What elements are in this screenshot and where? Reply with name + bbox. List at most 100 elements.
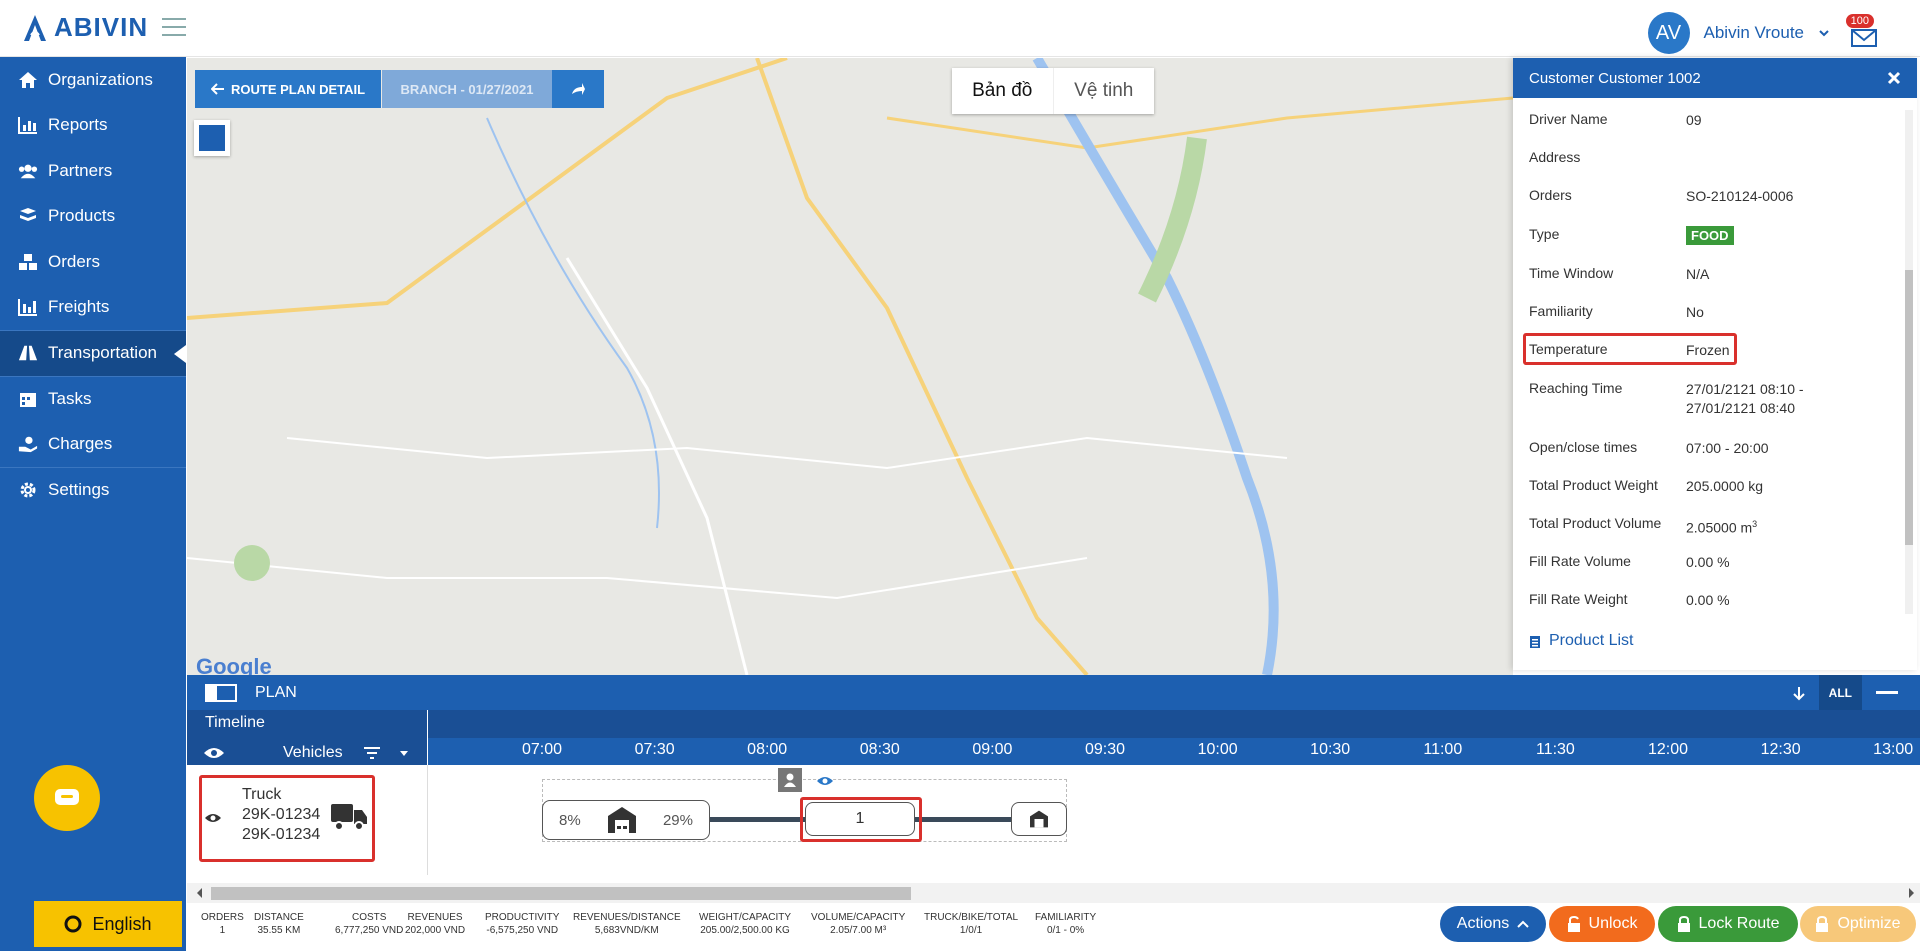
panel-scroll-thumb[interactable] xyxy=(1905,270,1913,545)
eye-icon[interactable] xyxy=(203,746,225,760)
route-plan-detail-label: ROUTE PLAN DETAIL xyxy=(231,81,366,97)
map-layer-button[interactable] xyxy=(194,120,230,156)
menu-toggle-icon[interactable] xyxy=(162,18,186,38)
scroll-right-icon[interactable] xyxy=(1906,887,1916,899)
vehicle-row[interactable]: Truck 29K-01234 29K-01234 xyxy=(187,765,428,875)
sidebar-item-orders[interactable]: Orders xyxy=(0,239,186,285)
stop-highlight xyxy=(800,797,922,842)
scroll-thumb[interactable] xyxy=(211,887,911,900)
lock-icon xyxy=(1677,916,1690,932)
time-label: 09:00 xyxy=(972,741,1013,758)
map-roads xyxy=(187,58,1513,675)
label: Fill Rate Weight xyxy=(1529,591,1628,607)
customer-detail-panel: Customer Customer 1002 Driver Name 09 Add… xyxy=(1513,58,1917,670)
eye-icon[interactable] xyxy=(204,812,222,824)
all-button[interactable]: ALL xyxy=(1818,675,1862,710)
actions-button[interactable]: Actions xyxy=(1440,906,1546,942)
panel-header: Customer Customer 1002 xyxy=(1513,58,1917,98)
label: Fill Rate Volume xyxy=(1529,553,1631,569)
avatar[interactable]: AV xyxy=(1647,12,1690,54)
time-label: 08:00 xyxy=(747,741,788,758)
minus-icon xyxy=(1876,691,1898,694)
sidebar-item-tasks[interactable]: Tasks xyxy=(0,375,186,422)
freight-chart-icon xyxy=(18,297,38,317)
minimize-button[interactable] xyxy=(1862,675,1912,710)
chevron-up-icon xyxy=(1517,920,1529,928)
map-view[interactable] xyxy=(187,58,1513,675)
time-label: 10:30 xyxy=(1310,741,1351,758)
stat-value: 2.05/7.00 M³ xyxy=(830,925,887,936)
product-list-link[interactable]: Product List xyxy=(1529,632,1633,650)
sidebar-item-reports[interactable]: Reports xyxy=(0,103,186,149)
chat-icon xyxy=(55,789,79,805)
panel-scrollbar[interactable] xyxy=(1905,110,1913,614)
mail-icon xyxy=(1851,29,1877,47)
notifications-button[interactable]: 100 xyxy=(1844,14,1880,48)
start-depot-node[interactable]: 8% 29% xyxy=(542,800,710,840)
branch-button[interactable]: BRANCH - 01/27/2021 xyxy=(382,70,552,108)
stat-costs: COSTS 6,777,250 VND xyxy=(335,911,403,937)
time-label: 07:00 xyxy=(521,741,563,758)
route-eye-icon[interactable] xyxy=(816,775,834,787)
value: 07:00 - 20:00 xyxy=(1686,440,1769,456)
filter-icon[interactable] xyxy=(363,746,381,760)
label: Total Product Weight xyxy=(1529,477,1658,493)
plan-bar: PLAN ALL xyxy=(187,675,1920,710)
time-label: 11:00 xyxy=(1423,741,1463,758)
label: Address xyxy=(1529,149,1581,165)
cubes-icon xyxy=(18,252,38,272)
lock-route-label: Lock Route xyxy=(1698,915,1780,932)
stat-truck-bike-total: TRUCK/BIKE/TOTAL 1/0/1 xyxy=(924,911,1018,937)
stat-label: VOLUME/CAPACITY xyxy=(811,912,906,923)
sidebar-item-freights[interactable]: Freights xyxy=(0,285,186,331)
time-label: 12:30 xyxy=(1760,741,1801,758)
stat-label: REVENUES/DISTANCE xyxy=(573,912,681,923)
time-label: 09:30 xyxy=(1084,741,1126,758)
end-depot-node[interactable] xyxy=(1011,802,1067,836)
unlock-button[interactable]: Unlock xyxy=(1549,906,1655,942)
warehouse-icon xyxy=(607,807,636,833)
vehicles-header: Vehicles xyxy=(187,740,427,765)
notification-badge: 100 xyxy=(1845,14,1874,28)
optimize-button[interactable]: Optimize xyxy=(1800,906,1916,942)
lock-route-button[interactable]: Lock Route xyxy=(1658,906,1798,942)
user-name[interactable]: Abivin Vroute xyxy=(1704,23,1804,43)
sidebar-item-products[interactable]: Products xyxy=(0,194,186,240)
route-plan-detail-button[interactable]: ROUTE PLAN DETAIL xyxy=(195,70,382,108)
share-button[interactable] xyxy=(552,70,604,108)
app-logo[interactable]: ABIVIN xyxy=(22,12,148,43)
chevron-down-icon[interactable] xyxy=(1818,28,1830,38)
label: Time Window xyxy=(1529,265,1614,281)
close-icon[interactable] xyxy=(1887,71,1901,85)
caret-down-icon[interactable] xyxy=(399,749,409,757)
scroll-left-icon[interactable] xyxy=(195,887,205,899)
sidebar-item-transportation[interactable]: Transportation xyxy=(0,330,186,376)
stat-label: ORDERS xyxy=(201,912,244,923)
top-bar: ABIVIN AV Abivin Vroute 100 xyxy=(0,0,1920,57)
sidebar-item-settings[interactable]: Settings xyxy=(0,466,186,513)
stat-value: 0/1 - 0% xyxy=(1046,925,1085,936)
map-tab[interactable]: Bản đồ xyxy=(952,68,1053,114)
plan-controls: ALL xyxy=(1791,675,1912,710)
stat-value: 35.55 KM xyxy=(257,925,301,936)
timeline-strip xyxy=(428,710,1920,738)
time-label: 07:30 xyxy=(634,741,675,758)
timeline-scrollbar[interactable] xyxy=(187,883,1920,903)
sidebar-item-charges[interactable]: Charges xyxy=(0,421,186,467)
stat-value: 5,683VND/KM xyxy=(594,925,659,936)
arrow-down-icon[interactable] xyxy=(1791,685,1807,701)
chat-button[interactable] xyxy=(34,765,100,831)
label: Open/close times xyxy=(1529,439,1638,455)
timeline-time-header: 07:00 07:30 08:00 08:30 09:00 09:30 10:00 10:30… xyxy=(428,710,1920,765)
panel-toggle-icon[interactable] xyxy=(205,683,237,702)
sidebar-item-organizations[interactable]: Organizations xyxy=(0,57,186,103)
sidebar-item-partners[interactable]: Partners xyxy=(0,148,186,194)
gear-icon xyxy=(18,480,38,500)
satellite-tab[interactable]: Vệ tinh xyxy=(1052,68,1155,114)
value: 0.00 % xyxy=(1686,554,1730,570)
stat-label: REVENUES xyxy=(407,912,463,923)
driver-icon[interactable] xyxy=(778,768,802,792)
language-selector[interactable]: English xyxy=(34,901,182,947)
type-badge: FOOD xyxy=(1686,226,1734,245)
time-label: 11:30 xyxy=(1535,741,1575,758)
